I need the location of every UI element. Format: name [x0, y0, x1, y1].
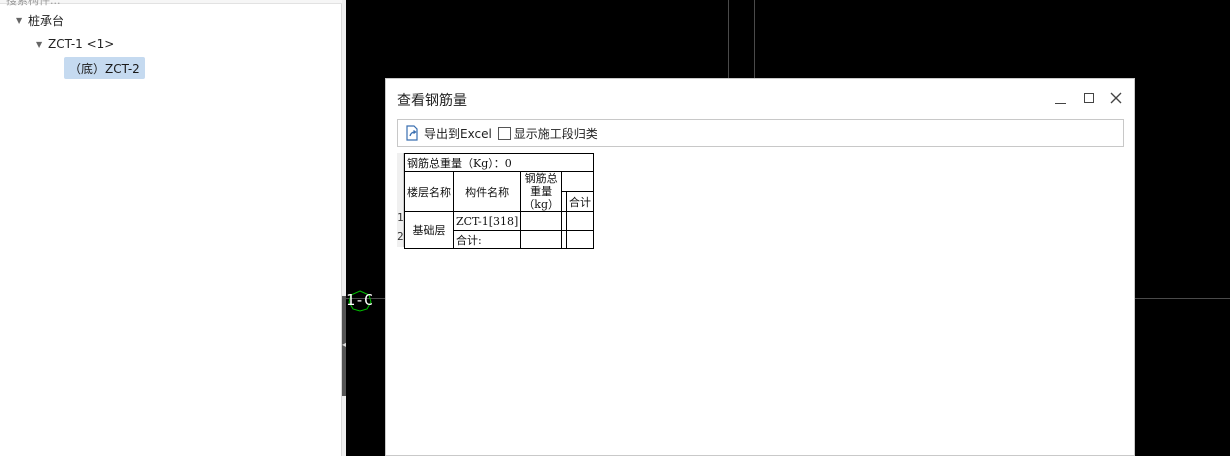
- cell-component[interactable]: ZCT-1[318]: [452, 211, 522, 231]
- cell-weight[interactable]: [520, 211, 562, 231]
- component-tree-panel: 搜索构件... ▼ 桩承台 ▼ ZCT-1 <1> （底）ZCT-2: [0, 0, 342, 456]
- rebar-quantity-dialog: 查看钢筋量 导出到Excel 显示施工段归类 1 2 钢筋总重量（Kg）：0 楼…: [385, 78, 1135, 456]
- tree-node-zct-1[interactable]: ▼ ZCT-1 <1>: [36, 34, 114, 54]
- export-excel-button[interactable]: 导出到Excel: [404, 125, 492, 142]
- show-stage-checkbox[interactable]: [497, 126, 511, 140]
- minimize-button[interactable]: [1051, 89, 1069, 107]
- axis-label: 1-C: [346, 291, 374, 309]
- app-window: 搜索构件... ▼ 桩承台 ▼ ZCT-1 <1> （底）ZCT-2 ◀ 1-C…: [0, 0, 1230, 456]
- cell-total[interactable]: [566, 211, 594, 231]
- tree-search-placeholder: 搜索构件...: [6, 0, 61, 7]
- tree-node-label: （底）ZCT-2: [69, 61, 140, 76]
- tree-node-zct-2-selected[interactable]: （底）ZCT-2: [64, 57, 145, 79]
- row-number: 2: [397, 230, 404, 243]
- export-icon: [406, 125, 418, 141]
- tree-search-strip[interactable]: 搜索构件...: [0, 0, 342, 7]
- cell-total[interactable]: [566, 230, 594, 249]
- show-stage-label: 显示施工段归类: [513, 126, 598, 141]
- header-component: 构件名称: [452, 171, 522, 212]
- header-group-blank: [561, 171, 594, 192]
- header-floor: 楼层名称: [404, 171, 454, 212]
- minimize-icon: [1054, 102, 1066, 104]
- total-weight-cell[interactable]: 钢筋总重量（Kg）：0: [404, 153, 594, 172]
- tree-node-pile-cap[interactable]: ▼ 桩承台: [16, 10, 64, 30]
- axis-line: [1134, 298, 1230, 299]
- maximize-icon: [1084, 93, 1094, 103]
- grid-line: [728, 0, 729, 78]
- cell-floor[interactable]: 基础层: [404, 211, 454, 249]
- close-icon: [1110, 92, 1122, 104]
- expand-arrow-icon[interactable]: ▼: [16, 16, 26, 25]
- row-number: 1: [397, 211, 404, 224]
- close-button[interactable]: [1107, 89, 1125, 107]
- rebar-table: 钢筋总重量（Kg）：0 楼层名称 构件名称 钢筋总重量（kg） 合计 基础层 Z…: [404, 153, 594, 249]
- table-row[interactable]: 基础层 ZCT-1[318]: [404, 211, 594, 249]
- tree-node-label: ZCT-1 <1>: [48, 37, 115, 51]
- show-stage-toggle[interactable]: 显示施工段归类: [497, 125, 598, 142]
- header-weight: 钢筋总重量（kg）: [520, 171, 562, 212]
- expand-arrow-icon[interactable]: ▼: [36, 40, 46, 49]
- export-excel-label: 导出到Excel: [424, 126, 492, 141]
- dialog-toolbar: 导出到Excel 显示施工段归类: [397, 119, 1124, 147]
- grid-line: [754, 0, 755, 78]
- tree-node-label: 桩承台: [28, 13, 65, 28]
- header-total: 合计: [566, 191, 594, 212]
- maximize-button[interactable]: [1080, 89, 1098, 107]
- dialog-title: 查看钢筋量: [397, 93, 467, 109]
- cell-component[interactable]: 合计:: [452, 230, 522, 249]
- cell-weight[interactable]: [520, 230, 562, 249]
